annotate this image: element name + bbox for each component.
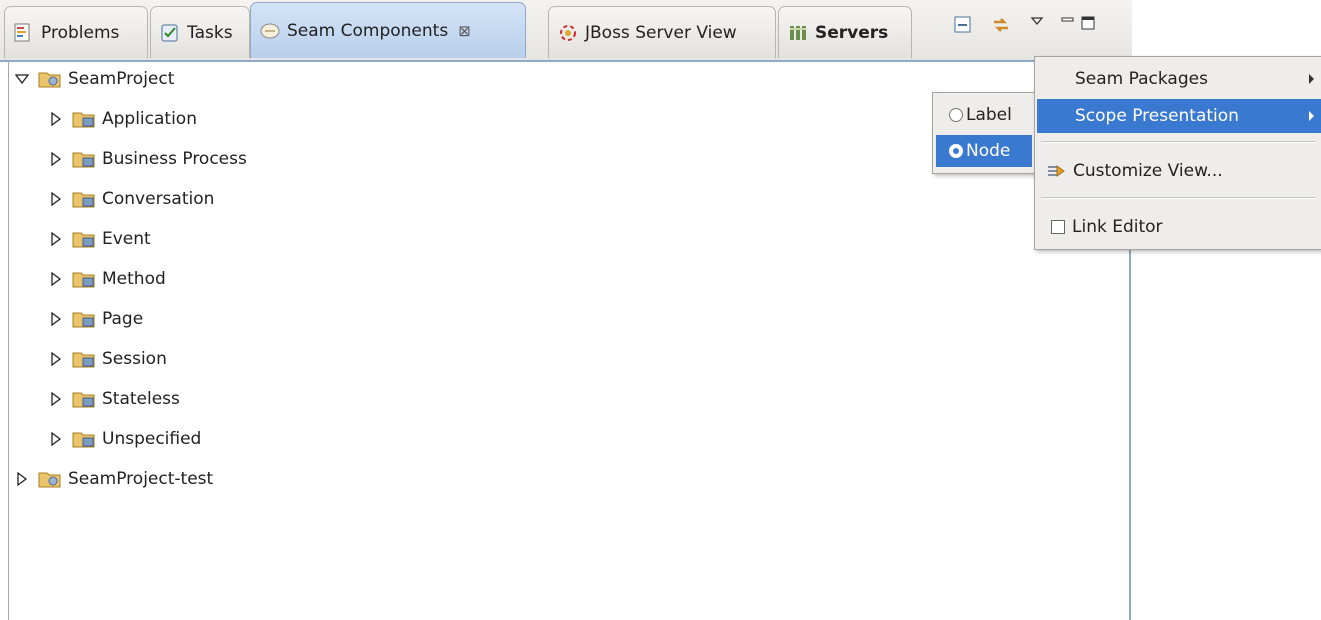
radio-on-icon [949,144,963,158]
tree-node-scope[interactable]: Stateless [48,384,180,414]
scope-folder-icon [72,392,95,408]
minimize-icon[interactable] [1060,14,1076,36]
tab-tasks[interactable]: Tasks [150,6,250,58]
menu-item-scope-presentation-label: Scope Presentation [1075,106,1239,126]
collapsed-twistie-icon[interactable] [48,231,64,247]
tree-node-scope[interactable]: Method [48,264,166,294]
collapsed-twistie-icon[interactable] [14,471,30,487]
view-dropdown-menu: Seam Packages Scope Presentation Customi… [1034,56,1321,250]
tab-problems-label: Problems [41,22,120,43]
menu-item-seam-packages-label: Seam Packages [1075,69,1208,89]
servers-icon [790,25,806,40]
tree-node-label: SeamProject [68,69,175,89]
scope-folder-icon [72,232,95,248]
menu-item-link-editor-label: Link Editor [1072,217,1163,237]
project-folder-icon [38,472,61,488]
tab-jboss-server-view-label: JBoss Server View [585,22,737,43]
scope-folder-icon [72,352,95,368]
tree-node-label: Event [102,229,151,249]
tab-servers-label: Servers [815,22,889,43]
menu-item-customize-view-label: Customize View... [1073,161,1223,181]
tree-node-label: SeamProject-test [68,469,214,489]
menu-item-seam-packages[interactable]: Seam Packages [1035,63,1321,95]
submenu-arrow-icon [1309,74,1314,84]
collapsed-twistie-icon[interactable] [48,351,64,367]
tab-seam-components-label: Seam Components [287,20,449,41]
menu-separator [1041,197,1316,199]
tree-node-label: Unspecified [102,429,202,449]
collapsed-twistie-icon[interactable] [48,311,64,327]
collapsed-twistie-icon[interactable] [48,111,64,127]
tree-node-label: Page [102,309,144,329]
tree-node-scope[interactable]: Application [48,104,197,134]
menu-item-scope-presentation[interactable]: Scope Presentation [1037,99,1321,133]
collapsed-twistie-icon[interactable] [48,191,64,207]
scope-folder-icon [72,152,95,168]
scope-folder-icon [72,272,95,288]
scope-presentation-submenu: Label Node [932,92,1036,174]
scope-folder-icon [72,192,95,208]
scope-option-node[interactable]: Node [936,135,1032,167]
tree-node-scope[interactable]: Session [48,344,167,374]
customize-view-icon [1048,165,1065,177]
scope-folder-icon [72,312,95,328]
jboss-server-icon [560,24,576,41]
close-tab-icon[interactable]: ⊠ [458,22,471,40]
collapse-all-icon[interactable] [952,14,974,36]
tasks-icon [161,24,178,41]
tree-node-scope[interactable]: Business Process [48,144,247,174]
tree-node-label: Conversation [102,189,215,209]
tree-node-label: Application [102,109,197,129]
tree-node-label: Session [102,349,167,369]
menu-separator [1041,141,1316,143]
collapsed-twistie-icon[interactable] [48,431,64,447]
menu-item-link-editor[interactable]: Link Editor [1035,211,1321,243]
submenu-arrow-icon [1309,111,1314,121]
tab-jboss-server-view[interactable]: JBoss Server View [548,6,776,58]
scope-option-node-text: Node [966,141,1011,161]
tab-problems[interactable]: Problems [4,6,148,58]
tab-servers[interactable]: Servers [778,6,912,58]
tree-node-scope[interactable]: Conversation [48,184,214,214]
tree-node-label: Method [102,269,166,289]
tree-node-label: Business Process [102,149,247,169]
checkbox-icon [1051,220,1065,234]
collapsed-twistie-icon[interactable] [48,271,64,287]
view-menu-icon[interactable] [1030,14,1046,36]
scope-folder-icon [72,112,95,128]
seam-components-icon [260,23,280,38]
tab-tasks-label: Tasks [187,22,233,43]
tree-node-label: Stateless [102,389,180,409]
view-toolbar [952,14,1096,36]
expanded-twistie-icon[interactable] [14,71,30,87]
tree-node-seamproject[interactable]: SeamProject [14,64,174,94]
view-tab-bar: Problems Tasks Seam Components ⊠ JBoss S… [0,0,1132,62]
collapsed-twistie-icon[interactable] [48,151,64,167]
scope-folder-icon [72,432,95,448]
tree-node-scope[interactable]: Event [48,224,151,254]
maximize-icon[interactable] [1080,14,1096,36]
scope-option-label-text: Label [966,105,1012,125]
tree-node-seamproject-test[interactable]: SeamProject-test [14,464,213,494]
project-folder-icon [38,72,61,88]
problems-icon [14,23,30,41]
menu-item-customize-view[interactable]: Customize View... [1035,155,1321,187]
collapsed-twistie-icon[interactable] [48,391,64,407]
link-with-editor-icon[interactable] [990,14,1012,36]
radio-off-icon [949,108,963,122]
tree-node-scope[interactable]: Page [48,304,143,334]
tab-seam-components[interactable]: Seam Components ⊠ [250,2,526,58]
tree-node-scope[interactable]: Unspecified [48,424,201,454]
scope-option-label[interactable]: Label [933,99,1035,131]
